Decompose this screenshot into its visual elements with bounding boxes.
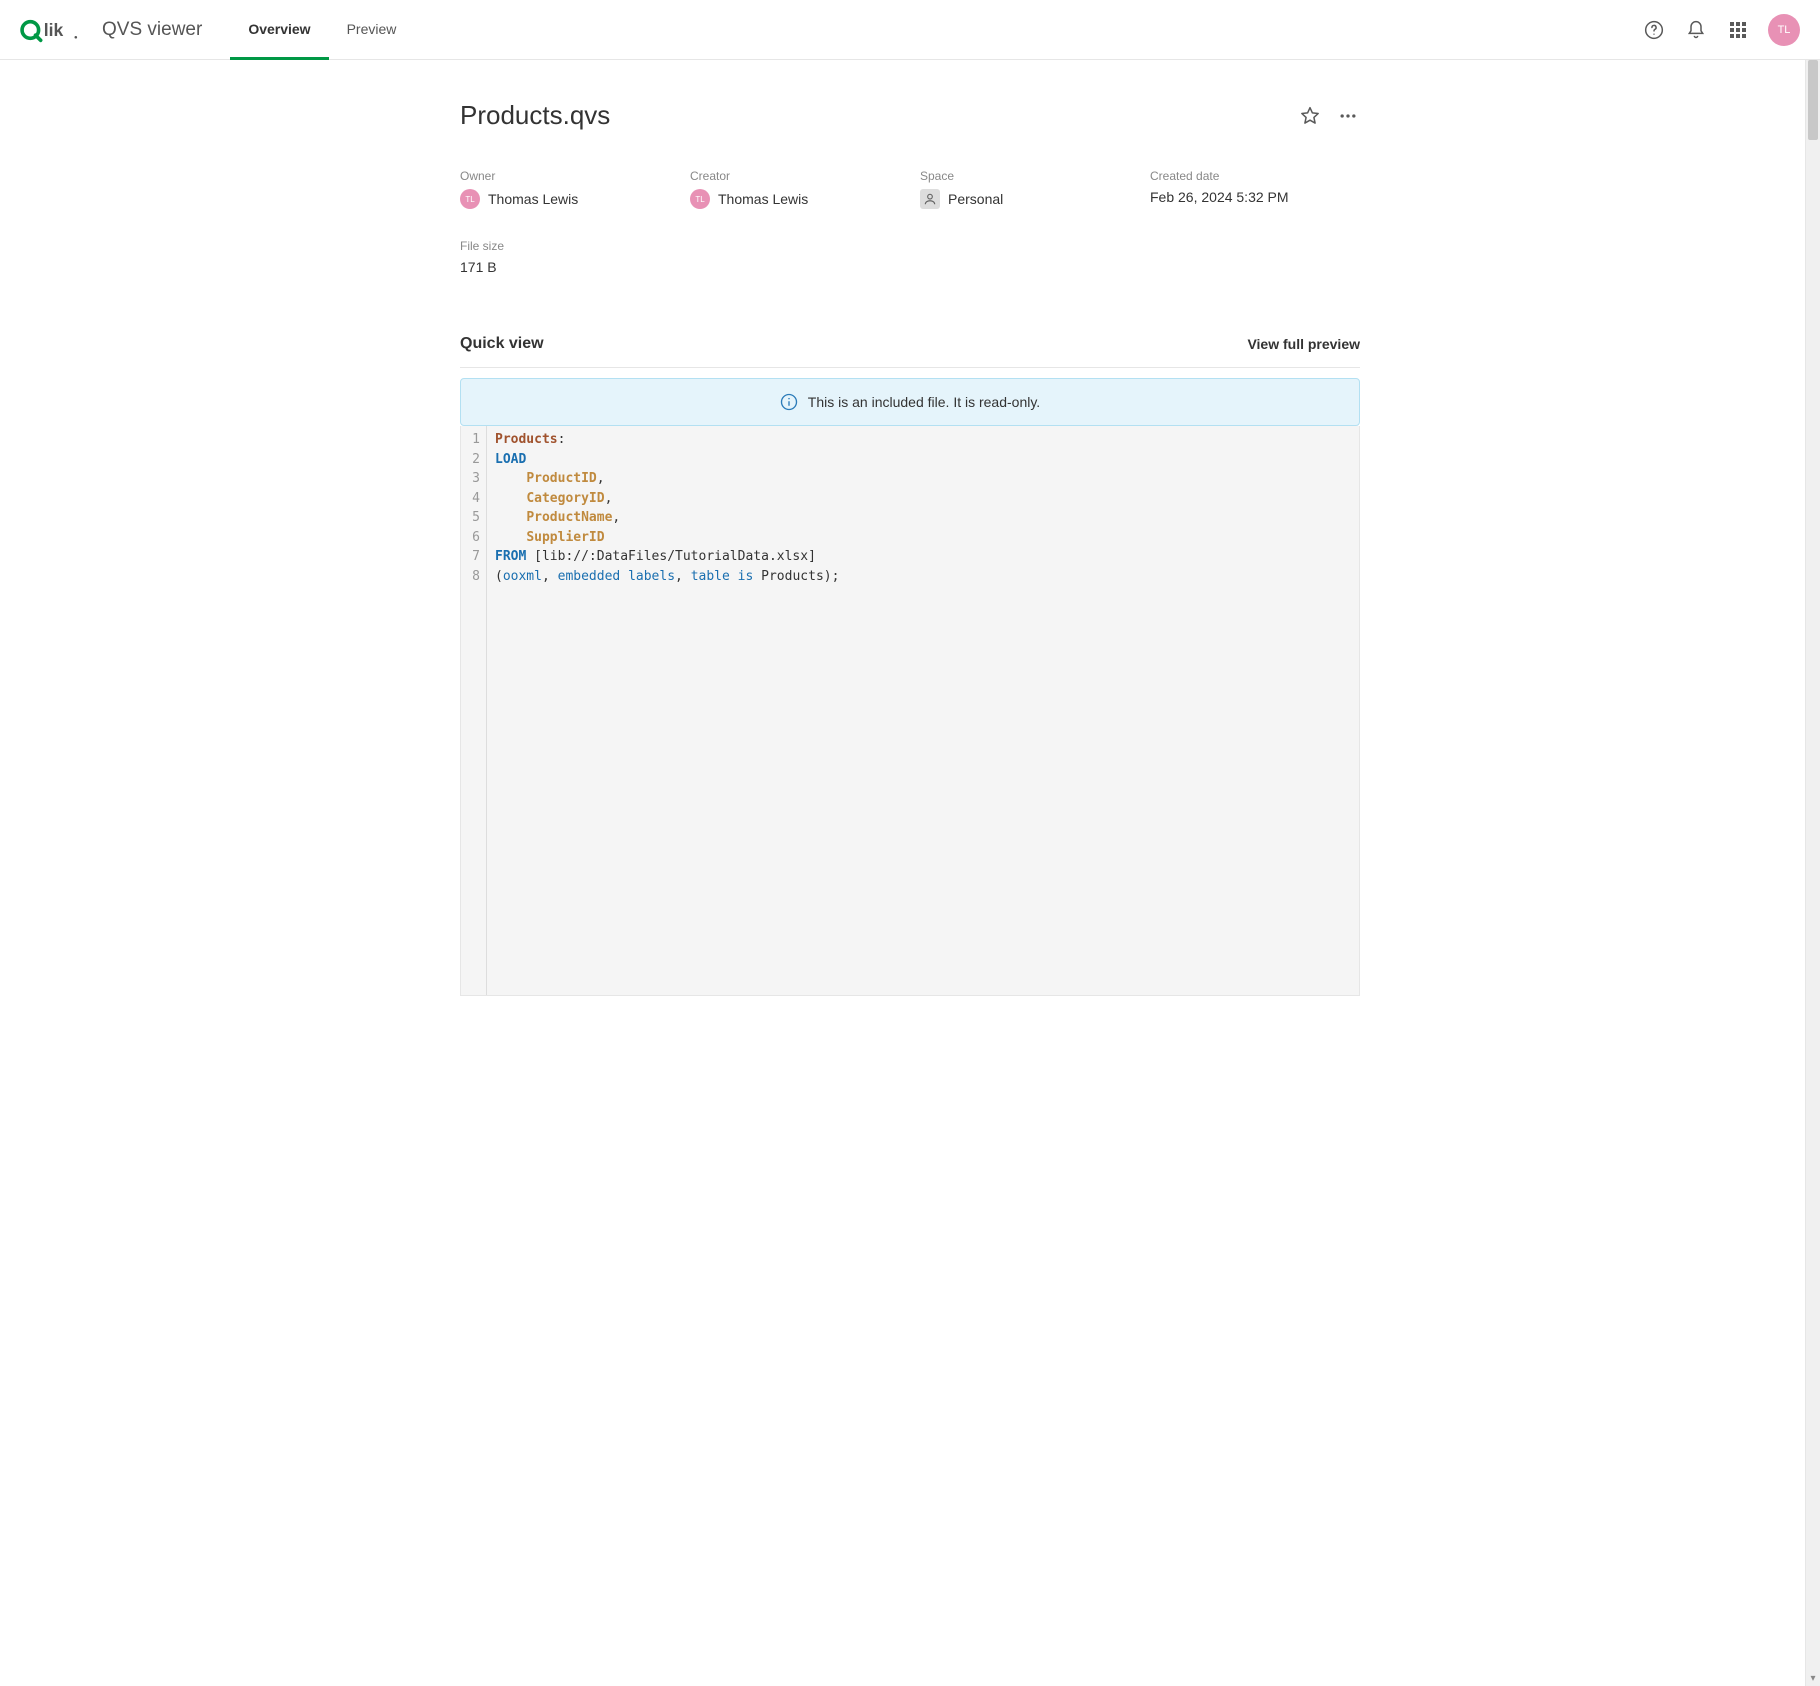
meta-creator-label: Creator — [690, 169, 900, 183]
meta-creator: Creator TL Thomas Lewis — [690, 169, 900, 209]
owner-name: Thomas Lewis — [488, 191, 578, 207]
creator-name: Thomas Lewis — [718, 191, 808, 207]
content: Products.qvs Owner TL Thomas Lewis Creat — [450, 60, 1370, 1026]
tab-preview[interactable]: Preview — [329, 1, 415, 60]
topbar: lik QVS viewer Overview Preview — [0, 0, 1820, 60]
tabs: Overview Preview — [230, 0, 414, 59]
star-icon[interactable] — [1298, 104, 1322, 128]
meta-owner-label: Owner — [460, 169, 670, 183]
creator-avatar: TL — [690, 189, 710, 209]
title-row: Products.qvs — [460, 100, 1360, 131]
scrollbar[interactable]: ▴ ▾ — [1805, 60, 1820, 1686]
person-icon — [920, 189, 940, 209]
info-icon — [780, 393, 798, 411]
meta-filesize-label: File size — [460, 239, 670, 253]
banner-text: This is an included file. It is read-onl… — [808, 394, 1040, 410]
space-name: Personal — [948, 191, 1003, 207]
meta-created: Created date Feb 26, 2024 5:32 PM — [1150, 169, 1360, 209]
bell-icon[interactable] — [1684, 18, 1708, 42]
meta-owner: Owner TL Thomas Lewis — [460, 169, 670, 209]
meta-space: Space Personal — [920, 169, 1130, 209]
created-date: Feb 26, 2024 5:32 PM — [1150, 189, 1360, 205]
user-avatar[interactable]: TL — [1768, 14, 1800, 46]
page-title: Products.qvs — [460, 100, 1298, 131]
quickview-header: Quick view View full preview — [460, 335, 1360, 368]
code-body[interactable]: Products:LOAD ProductID, CategoryID, Pro… — [487, 426, 1359, 995]
quickview-title: Quick view — [460, 335, 544, 353]
info-banner: This is an included file. It is read-onl… — [460, 378, 1360, 426]
meta-space-label: Space — [920, 169, 1130, 183]
more-icon[interactable] — [1336, 104, 1360, 128]
filesize-value: 171 B — [460, 259, 670, 275]
scroll-thumb[interactable] — [1808, 60, 1818, 140]
meta-grid: Owner TL Thomas Lewis Creator TL Thomas … — [460, 169, 1360, 275]
scroll-down-icon[interactable]: ▾ — [1806, 1671, 1820, 1686]
topbar-actions: TL — [1642, 14, 1800, 46]
view-full-preview-link[interactable]: View full preview — [1247, 336, 1360, 352]
app-name: QVS viewer — [102, 19, 202, 41]
help-icon[interactable] — [1642, 18, 1666, 42]
code-panel: 12345678 Products:LOAD ProductID, Catego… — [460, 426, 1360, 996]
tab-overview[interactable]: Overview — [230, 1, 328, 60]
owner-avatar: TL — [460, 189, 480, 209]
meta-created-label: Created date — [1150, 169, 1360, 183]
code-gutter: 12345678 — [461, 426, 487, 995]
meta-filesize: File size 171 B — [460, 239, 670, 275]
qlik-logo[interactable]: lik — [20, 15, 82, 45]
app-launcher-icon[interactable] — [1726, 18, 1750, 42]
svg-text:lik: lik — [44, 20, 64, 40]
